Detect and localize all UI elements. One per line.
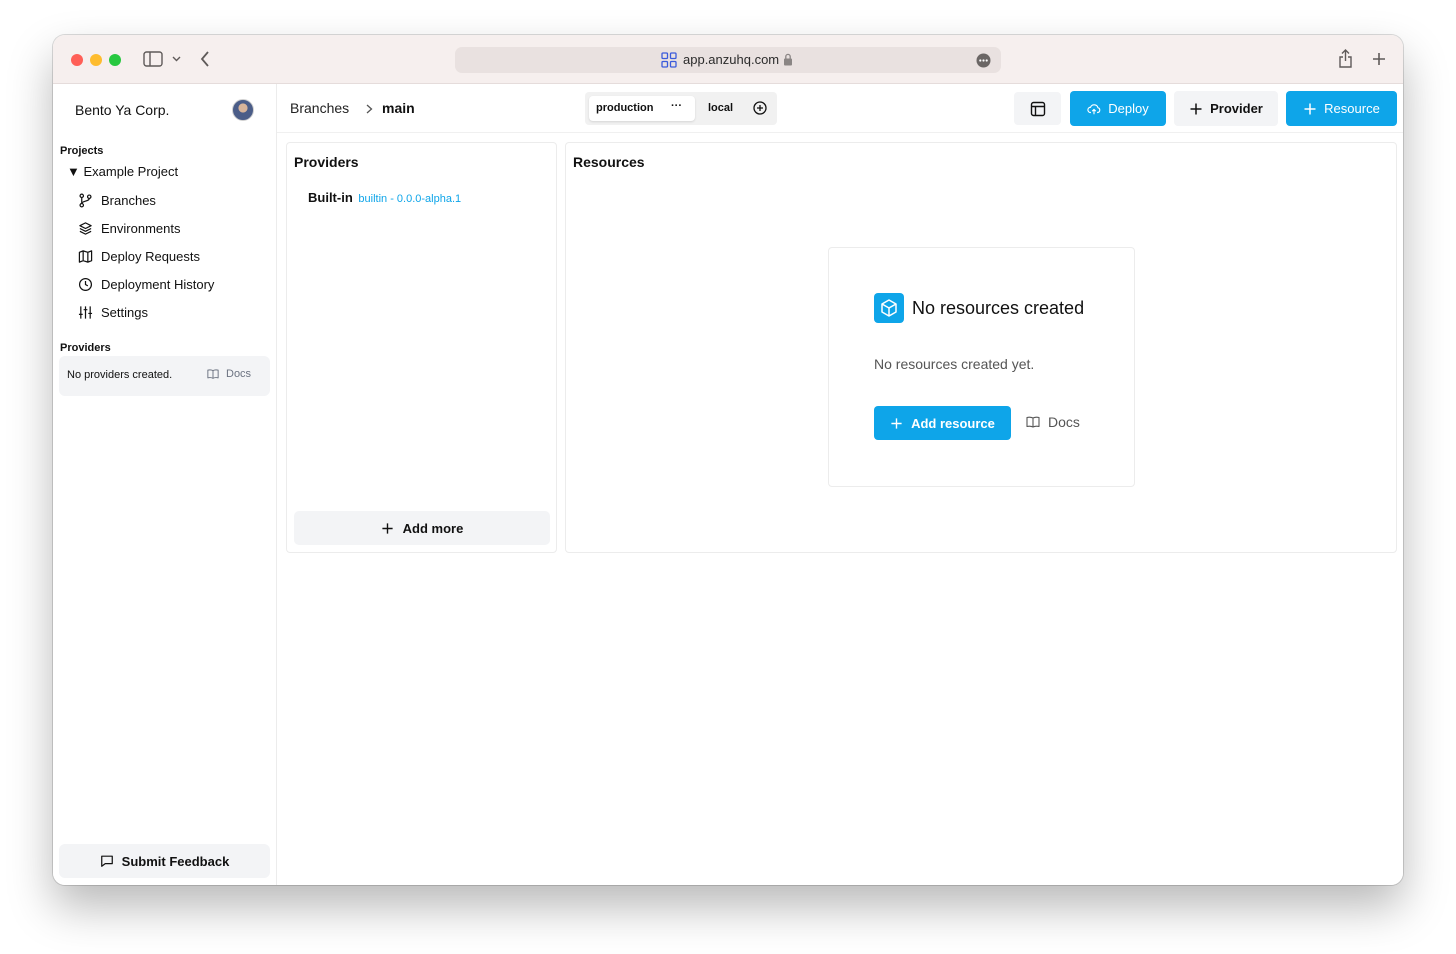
provider-label: Provider bbox=[1210, 101, 1263, 116]
no-providers-text: No providers created. bbox=[67, 369, 173, 381]
sidebar-toggle-icon[interactable] bbox=[143, 51, 163, 67]
lock-icon bbox=[784, 53, 792, 66]
new-tab-icon[interactable] bbox=[1372, 52, 1386, 66]
deploy-label: Deploy bbox=[1108, 101, 1149, 116]
env-tab-label: production bbox=[596, 102, 654, 114]
provider-version-tag: builtin - 0.0.0-alpha.1 bbox=[358, 193, 462, 205]
breadcrumb-branches[interactable]: Branches bbox=[290, 100, 349, 116]
providers-panel: Providers Built-in builtin - 0.0.0-alpha… bbox=[286, 142, 557, 553]
empty-state-card: No resources created No resources create… bbox=[828, 247, 1135, 487]
url-text: app.anzuhq.com bbox=[683, 52, 780, 67]
book-open-icon bbox=[1026, 416, 1040, 428]
layers-icon bbox=[79, 221, 92, 235]
book-open-icon bbox=[207, 369, 219, 379]
sidebar-item-deploy-requests[interactable]: Deploy Requests bbox=[78, 245, 200, 267]
chevron-down-icon[interactable] bbox=[172, 56, 181, 62]
chevron-right-icon bbox=[366, 104, 373, 114]
back-icon[interactable] bbox=[200, 51, 210, 67]
sidebar-item-environments[interactable]: Environments bbox=[78, 217, 180, 239]
cloud-upload-icon bbox=[1087, 103, 1101, 114]
sidebar-item-settings[interactable]: Settings bbox=[78, 301, 148, 323]
sidebar-item-label: Settings bbox=[101, 304, 148, 320]
env-tab-local[interactable]: local bbox=[708, 102, 733, 114]
layout-toggle-button[interactable] bbox=[1014, 92, 1061, 125]
add-provider-button[interactable]: Provider bbox=[1174, 91, 1278, 126]
empty-state-description: No resources created yet. bbox=[874, 356, 1035, 372]
env-menu-button[interactable]: ··· bbox=[671, 100, 682, 112]
sidebar-item-label: Branches bbox=[101, 192, 156, 208]
add-more-button[interactable]: Add more bbox=[294, 511, 550, 545]
add-resource-button[interactable]: Resource bbox=[1286, 91, 1397, 126]
plus-icon bbox=[1304, 103, 1316, 114]
provider-item-builtin[interactable]: Built-in builtin - 0.0.0-alpha.1 bbox=[308, 190, 461, 205]
sidebar-item-label: Deployment History bbox=[101, 276, 215, 292]
add-resource-label: Add resource bbox=[911, 415, 995, 431]
more-options-icon[interactable] bbox=[976, 53, 991, 68]
providers-label: Providers bbox=[60, 342, 111, 354]
providers-panel-title: Providers bbox=[294, 154, 359, 170]
plus-icon bbox=[1190, 103, 1202, 114]
clock-icon bbox=[78, 277, 93, 291]
add-resource-cta-button[interactable]: Add resource bbox=[874, 406, 1011, 440]
providers-docs-link[interactable]: Docs bbox=[207, 368, 251, 380]
main-content: Branches main production ··· local Deplo… bbox=[277, 84, 1403, 885]
address-bar[interactable]: app.anzuhq.com bbox=[455, 47, 1001, 73]
cube-icon bbox=[874, 293, 904, 323]
sidebar: Bento Ya Corp. Projects ▼ Example Projec… bbox=[53, 84, 277, 885]
minimize-window-button[interactable] bbox=[90, 54, 102, 66]
add-environment-icon[interactable] bbox=[753, 101, 767, 115]
plus-icon bbox=[891, 417, 902, 429]
sidebar-item-label: Deploy Requests bbox=[101, 248, 200, 264]
empty-state-title: No resources created bbox=[912, 298, 1085, 318]
deploy-button[interactable]: Deploy bbox=[1070, 91, 1166, 126]
provider-name: Built-in bbox=[308, 190, 353, 205]
message-square-icon bbox=[100, 855, 113, 867]
top-bar: Branches main production ··· local Deplo… bbox=[277, 84, 1403, 133]
docs-label: Docs bbox=[1048, 414, 1080, 430]
resources-docs-link[interactable]: Docs bbox=[1026, 414, 1080, 430]
sidebar-item-label: Environments bbox=[101, 220, 181, 236]
org-name[interactable]: Bento Ya Corp. bbox=[75, 102, 169, 118]
avatar[interactable] bbox=[232, 99, 254, 121]
sliders-icon bbox=[78, 305, 93, 319]
resources-panel-title: Resources bbox=[573, 154, 645, 170]
browser-titlebar: app.anzuhq.com bbox=[53, 35, 1403, 84]
resource-label: Resource bbox=[1324, 101, 1380, 116]
layout-icon bbox=[1030, 101, 1045, 116]
projects-label: Projects bbox=[60, 145, 104, 157]
zoom-window-button[interactable] bbox=[109, 54, 121, 66]
close-window-button[interactable] bbox=[71, 54, 83, 66]
git-branch-icon bbox=[79, 193, 92, 207]
project-toggle[interactable]: ▼ Example Project bbox=[67, 164, 178, 179]
map-icon bbox=[78, 249, 93, 263]
plus-icon bbox=[382, 522, 393, 534]
share-icon[interactable] bbox=[1338, 49, 1353, 68]
env-tab-production[interactable]: production ··· bbox=[589, 96, 695, 121]
environment-switcher: production ··· local bbox=[585, 92, 777, 125]
submit-feedback-button[interactable]: Submit Feedback bbox=[59, 844, 270, 878]
site-icon bbox=[661, 52, 677, 68]
providers-empty-box: No providers created. Docs bbox=[59, 356, 270, 396]
browser-window: app.anzuhq.com Bento Ya Corp. Projects ▼… bbox=[53, 35, 1403, 885]
add-more-label: Add more bbox=[402, 520, 464, 536]
docs-label: Docs bbox=[226, 368, 252, 380]
sidebar-item-deployment-history[interactable]: Deployment History bbox=[78, 273, 214, 295]
breadcrumb-current: main bbox=[382, 100, 415, 116]
sidebar-item-branches[interactable]: Branches bbox=[78, 189, 156, 211]
resources-panel: Resources No resources created No resour… bbox=[565, 142, 1397, 553]
feedback-label: Submit Feedback bbox=[121, 853, 230, 869]
